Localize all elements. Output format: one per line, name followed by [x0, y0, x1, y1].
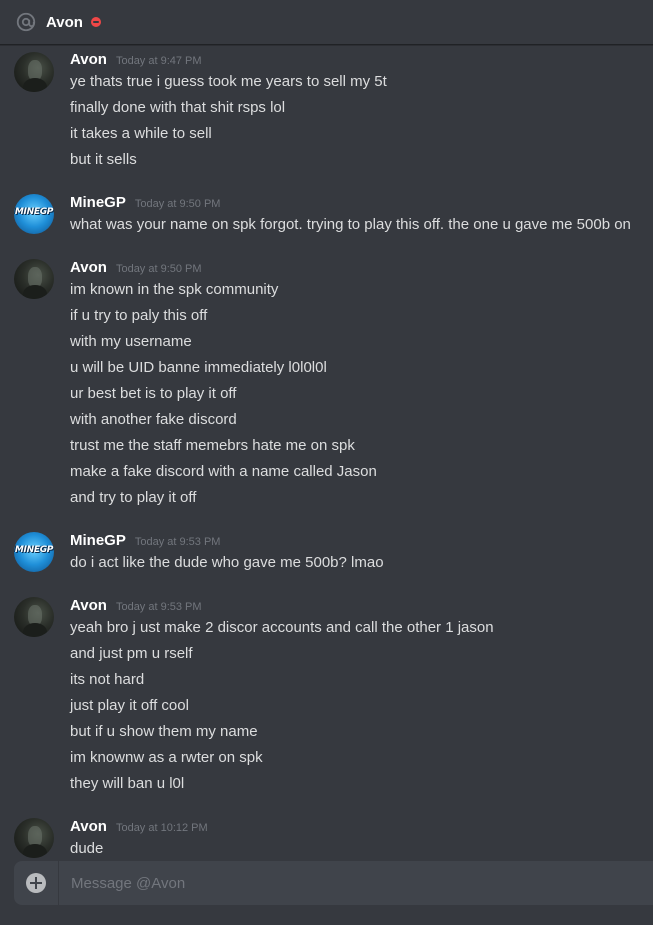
message-line: and just pm u rself — [70, 645, 193, 662]
avatar-logo-text: MINEGP — [14, 207, 54, 217]
message-timestamp: Today at 10:12 PM — [115, 822, 208, 834]
message-line: it takes a while to sell — [70, 125, 212, 142]
message-line: do i act like the dude who gave me 500b?… — [70, 554, 384, 571]
message-list[interactable]: Avon Today at 9:47 PM ye thats true i gu… — [0, 45, 653, 860]
channel-header: Avon — [0, 0, 653, 45]
message-author[interactable]: MineGP — [70, 532, 126, 549]
user-avatar[interactable]: MINEGP — [14, 194, 54, 234]
message-line: what was your name on spk forgot. trying… — [70, 216, 631, 233]
message-line: ur best bet is to play it off — [70, 385, 237, 402]
message-line: with another fake discord — [70, 411, 237, 428]
message-line: make a fake discord with a name called J… — [70, 463, 377, 480]
add-attachment-icon[interactable] — [26, 873, 46, 893]
message-line: ye thats true i guess took me years to s… — [70, 73, 387, 90]
message-timestamp: Today at 9:50 PM — [115, 263, 202, 275]
message-line: im knownw as a rwter on spk — [70, 749, 263, 766]
user-avatar[interactable] — [14, 818, 54, 858]
user-avatar[interactable] — [14, 52, 54, 92]
dm-recipient-name[interactable]: Avon — [46, 14, 83, 31]
message-line: im known in the spk community — [70, 281, 279, 298]
user-avatar[interactable]: MINEGP — [14, 532, 54, 572]
message-line: yeah bro j ust make 2 discor accounts an… — [70, 619, 494, 636]
message-line: finally done with that shit rsps lol — [70, 99, 286, 116]
message-timestamp: Today at 9:53 PM — [134, 536, 221, 548]
user-avatar[interactable] — [14, 259, 54, 299]
message-author[interactable]: Avon — [70, 597, 107, 614]
do-not-disturb-status-icon — [90, 17, 101, 27]
message-author[interactable]: Avon — [70, 51, 107, 68]
message-line: with my username — [70, 333, 192, 350]
message-timestamp: Today at 9:53 PM — [115, 601, 202, 613]
at-sign-icon — [16, 12, 36, 32]
message-line: they will ban u l0l — [70, 775, 185, 792]
message-line: u will be UID banne immediately l0l0l0l — [70, 359, 327, 376]
message-line: but if u show them my name — [70, 723, 258, 740]
message-line: just play it off cool — [70, 697, 189, 714]
message-author[interactable]: Avon — [70, 818, 107, 835]
avatar-logo-text: MINEGP — [14, 545, 54, 555]
message-line: and try to play it off — [70, 489, 197, 506]
message-timestamp: Today at 9:47 PM — [115, 55, 202, 67]
user-avatar[interactable] — [14, 597, 54, 637]
composer-divider — [58, 861, 59, 905]
message-line: its not hard — [70, 671, 145, 688]
message-line: but it sells — [70, 151, 137, 168]
message-line: trust me the staff memebrs hate me on sp… — [70, 437, 355, 454]
message-author[interactable]: MineGP — [70, 194, 126, 211]
message-timestamp: Today at 9:50 PM — [134, 198, 221, 210]
message-line: dude — [70, 840, 104, 857]
message-composer — [14, 861, 653, 905]
message-input[interactable] — [69, 873, 593, 893]
message-author[interactable]: Avon — [70, 259, 107, 276]
message-line: if u try to paly this off — [70, 307, 208, 324]
